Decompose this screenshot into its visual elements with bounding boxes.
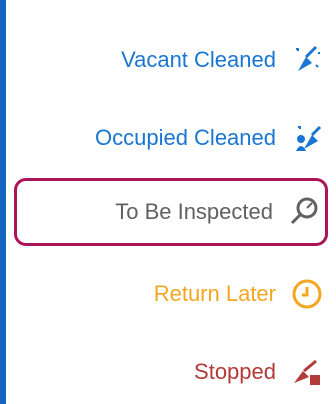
menu-item-stopped[interactable]: Stopped — [194, 348, 324, 396]
menu-item-label: Return Later — [153, 281, 276, 306]
menu-item-label: Occupied Cleaned — [94, 125, 276, 150]
menu-item-vacant-cleaned[interactable]: Vacant Cleaned — [121, 36, 324, 84]
menu-item-return-later[interactable]: Return Later — [154, 270, 324, 318]
broom-sparkle-icon — [290, 43, 324, 77]
broom-people-icon — [290, 121, 324, 155]
menu-item-label: Vacant Cleaned — [121, 47, 276, 72]
menu-item-label: To Be Inspected — [115, 199, 273, 224]
menu-item-occupied-cleaned[interactable]: Occupied Cleaned — [95, 114, 324, 162]
menu-item-label: Stopped — [194, 359, 276, 384]
menu-item-to-be-inspected[interactable]: To Be Inspected — [14, 178, 328, 246]
magnifier-icon — [287, 195, 321, 229]
clock-icon — [290, 277, 324, 311]
status-menu: Vacant Cleaned Occupied Cleaned To Be In… — [6, 0, 336, 404]
broom-stop-icon — [290, 355, 324, 389]
